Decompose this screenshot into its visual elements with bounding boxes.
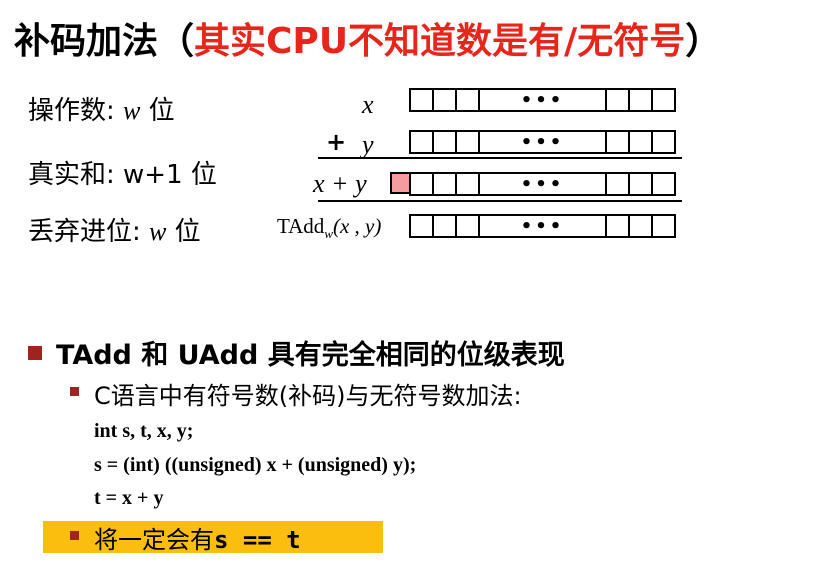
title-close: ） xyxy=(685,21,722,62)
bit-vector-y: ••• xyxy=(409,130,676,154)
label-unit: 位 xyxy=(190,160,217,190)
code-line: t = x + y xyxy=(94,487,164,509)
ellipsis-dots: ••• xyxy=(480,90,607,111)
sum-divider-line xyxy=(318,157,682,159)
label-var: w xyxy=(123,96,141,125)
conclusion-code: s == t xyxy=(214,526,301,554)
ellipsis-dots: ••• xyxy=(480,216,607,237)
conclusion-text: 将一定会有s == t xyxy=(94,520,301,555)
title-accent: 其实CPU不知道数是有/无符号 xyxy=(194,21,686,62)
bullet-square-icon xyxy=(28,346,42,360)
tadd-args: (x , y) xyxy=(332,214,382,238)
label-text: 丢弃进位: xyxy=(28,217,141,247)
code-line: s = (int) ((unsigned) x + (unsigned) y); xyxy=(94,454,417,476)
bullet-square-icon xyxy=(70,387,79,396)
label-true-sum-width: 真实和: w+1 位 xyxy=(28,154,217,191)
label-var: w xyxy=(149,217,167,246)
tadd-name: TAdd xyxy=(277,214,325,238)
label-text: 真实和: xyxy=(28,160,115,190)
title-main: 补码加法（ xyxy=(14,21,195,62)
bullet-square-icon xyxy=(70,531,79,540)
label-operand-width: 操作数: w 位 xyxy=(28,90,175,127)
bit-vector-tadd: ••• xyxy=(409,214,676,238)
bullet-main: TAdd 和 UAdd 具有完全相同的位级表现 xyxy=(56,340,565,371)
label-discard-carry: 丢弃进位: w 位 xyxy=(28,211,201,248)
truncate-divider-line xyxy=(318,200,682,202)
code-line: int s, t, x, y; xyxy=(94,420,194,442)
conclusion-prefix: 将一定会有 xyxy=(94,526,214,554)
tadd-subscript: w xyxy=(324,226,333,242)
label-var: w+1 xyxy=(123,160,183,190)
label-text: 操作数: xyxy=(28,96,115,126)
label-unit: 位 xyxy=(174,217,201,247)
bullet-sub: C语言中有符号数(补码)与无符号数加法: xyxy=(94,382,522,410)
tadd-label: TAddw(x , y) xyxy=(277,214,381,242)
sum-label: x + y xyxy=(313,169,367,198)
bit-vector-sum: ••• xyxy=(409,172,676,196)
operand-y-label: y xyxy=(362,130,374,159)
label-unit: 位 xyxy=(148,96,175,126)
ellipsis-dots: ••• xyxy=(480,174,607,195)
plus-sign: + xyxy=(326,128,347,156)
bit-vector-x: ••• xyxy=(409,88,676,112)
operand-x-label: x xyxy=(362,90,374,119)
page-title: 补码加法（其实CPU不知道数是有/无符号） xyxy=(14,12,721,64)
ellipsis-dots: ••• xyxy=(480,132,607,153)
